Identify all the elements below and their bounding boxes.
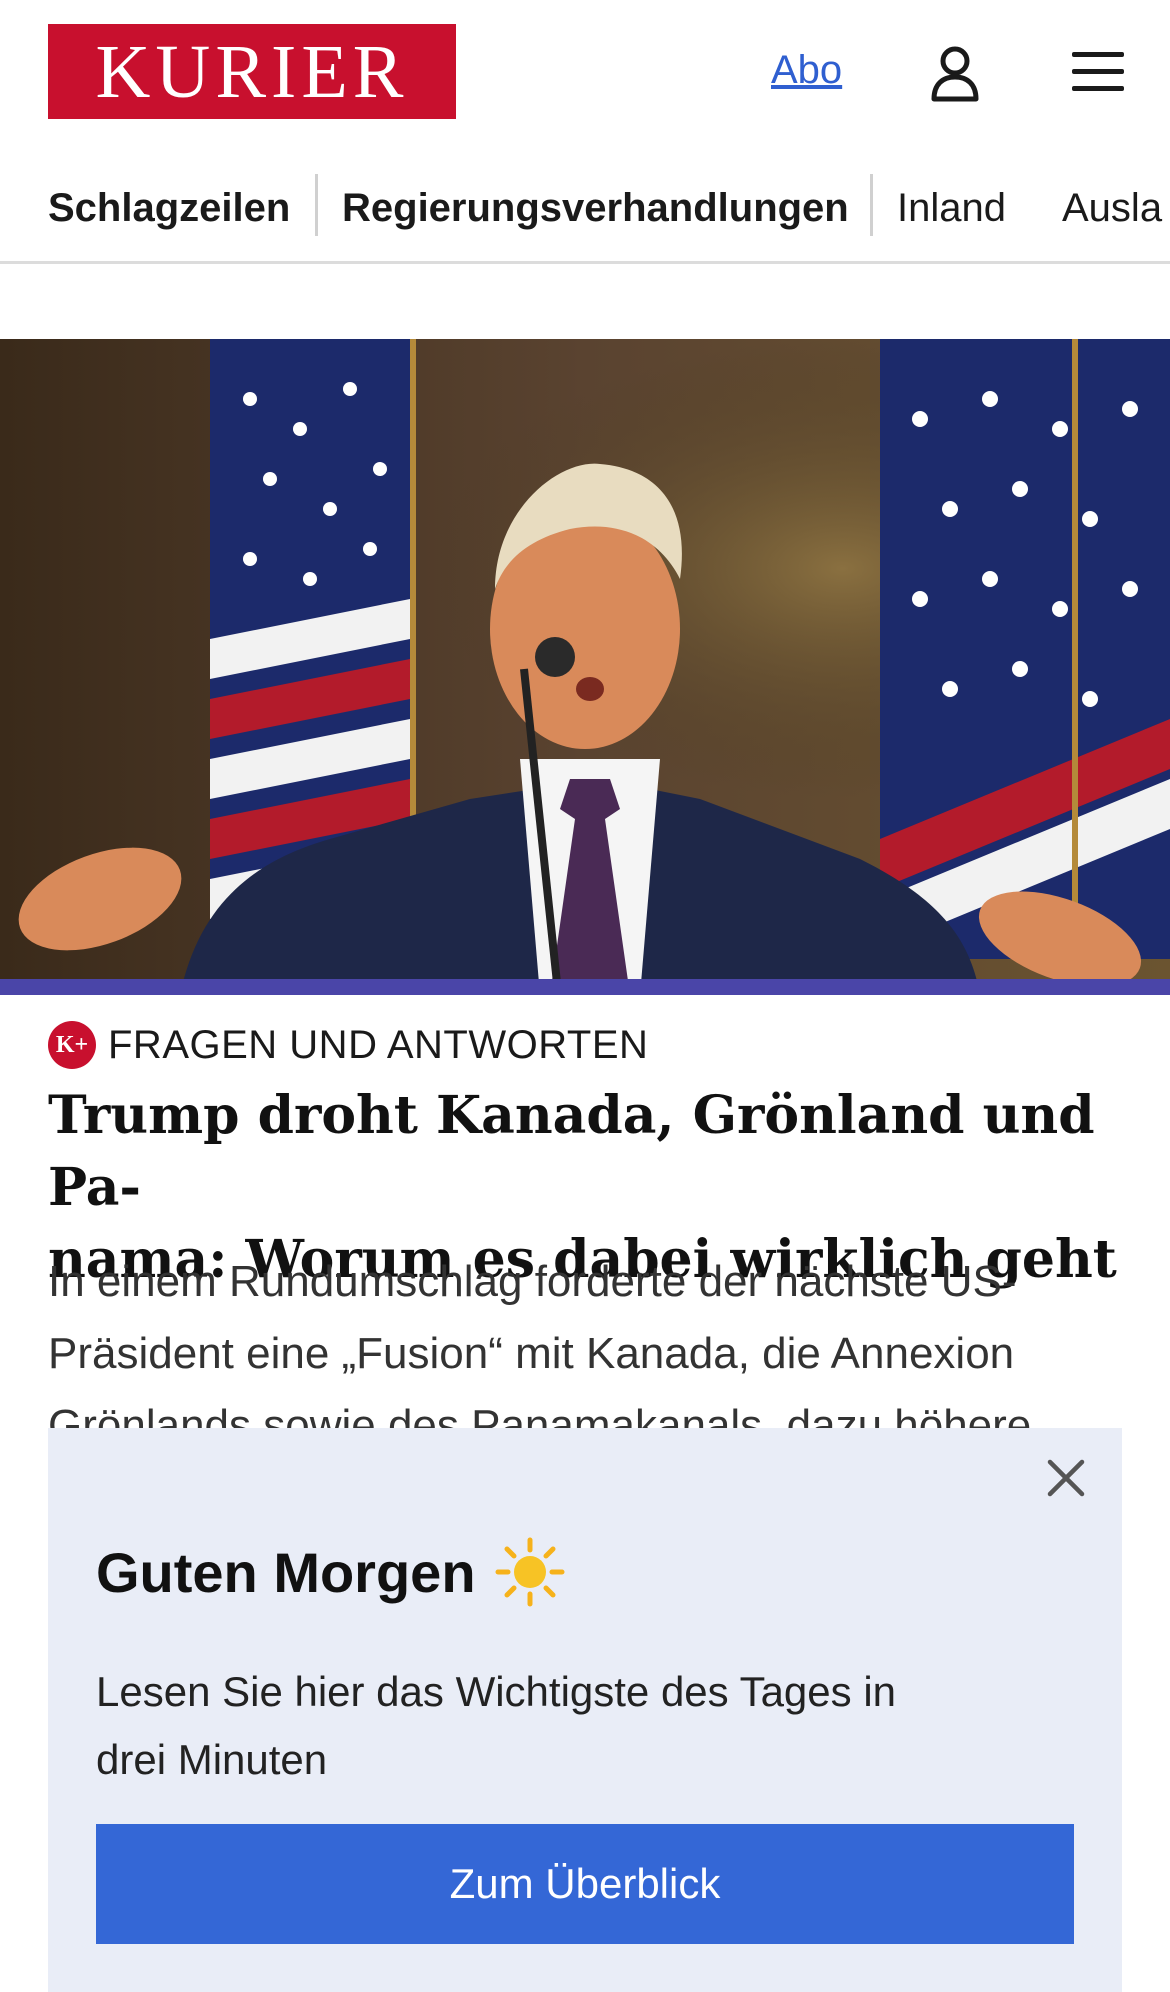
abo-link[interactable]: Abo — [771, 48, 842, 93]
k-plus-premium-icon: K+ — [48, 1021, 96, 1069]
kurier-logo[interactable]: KURIER — [48, 24, 456, 119]
category-nav: Schlagzeilen Regierungsverhandlungen Inl… — [0, 170, 1170, 264]
article-kicker: K+ FRAGEN UND ANTWORTEN — [48, 1020, 648, 1070]
user-icon[interactable] — [928, 44, 982, 102]
nav-item-schlagzeilen[interactable]: Schlagzeilen — [48, 178, 290, 238]
nav-item-regierungsverhandlungen[interactable]: Regierungsverhandlungen — [342, 178, 849, 238]
kicker-label: FRAGEN UND ANTWORTEN — [108, 1022, 649, 1067]
popup-body: Lesen Sie hier das Wichtigste des Tages … — [96, 1658, 996, 1794]
headline-line: Trump droht Kanada, Grönland und Pa- — [48, 1085, 1095, 1218]
popup-body-line: Lesen Sie hier das Wichtigste des Tages … — [96, 1668, 897, 1715]
popup-title-text: Guten Morgen — [96, 1540, 476, 1604]
zum-ueberblick-button[interactable]: Zum Überblick — [96, 1824, 1074, 1944]
morning-briefing-popup: Guten Morgen Lesen Sie hier das Wichtigs… — [48, 1428, 1122, 1992]
teaser-line: In einem Rundumschlag forderte der nächs… — [48, 1257, 1017, 1306]
nav-divider — [315, 174, 318, 236]
sun-icon — [494, 1536, 566, 1608]
site-header: KURIER Abo — [0, 0, 1170, 150]
close-icon[interactable] — [1040, 1452, 1092, 1504]
nav-item-ausland[interactable]: Ausla — [1062, 178, 1162, 238]
hamburger-menu-icon[interactable] — [1070, 48, 1126, 96]
popup-body-line: drei Minuten — [96, 1736, 328, 1783]
popup-title: Guten Morgen — [96, 1536, 566, 1608]
article-hero-image[interactable] — [0, 339, 1170, 995]
page: KURIER Abo Schlagzeilen Regierungsverhan… — [0, 0, 1170, 1992]
nav-divider — [870, 174, 873, 236]
teaser-line: Präsident eine „Fusion“ mit Kanada, die … — [48, 1329, 1015, 1378]
nav-item-inland[interactable]: Inland — [897, 178, 1006, 238]
